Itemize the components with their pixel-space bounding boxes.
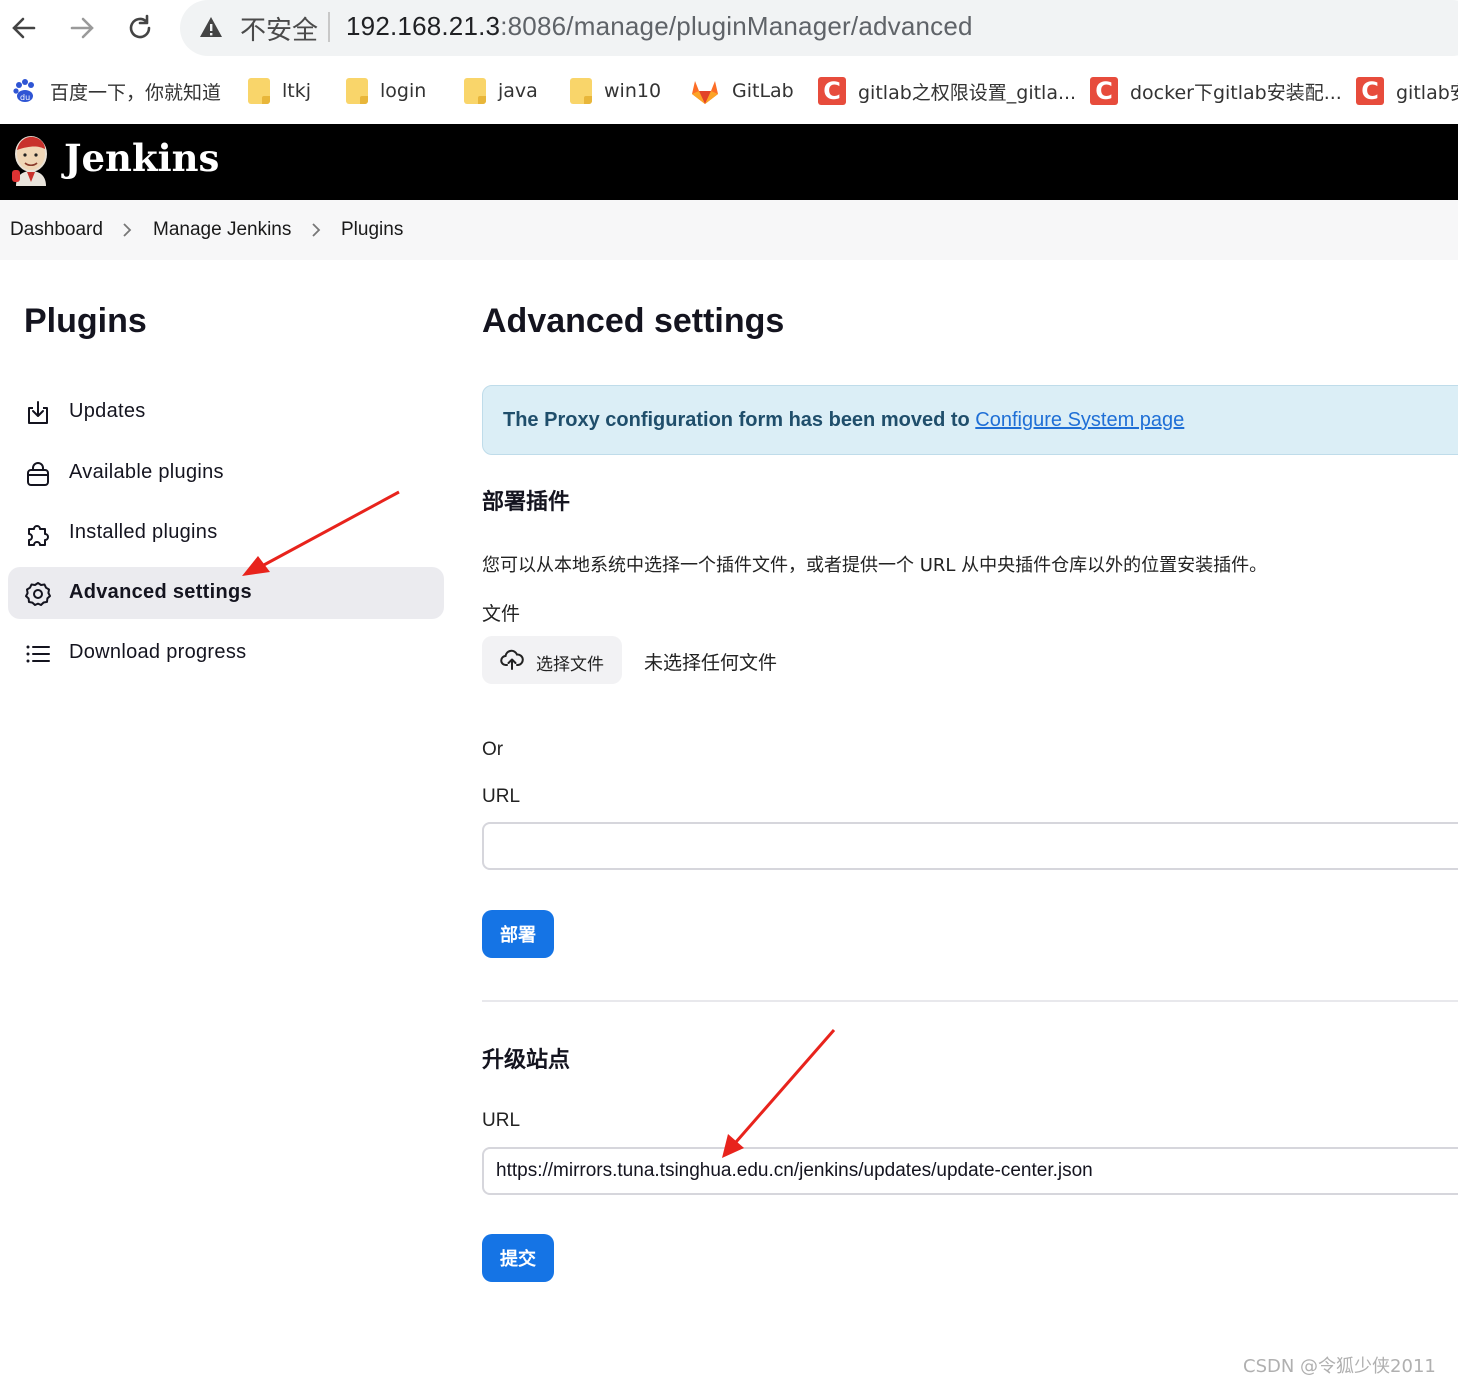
annotation-arrow-url: [722, 1029, 836, 1158]
breadcrumb-dashboard[interactable]: Dashboard: [10, 219, 103, 241]
arrow-right-icon: [70, 17, 94, 39]
reload-button[interactable]: [122, 10, 158, 46]
bookmark-label: gitlab安: [1396, 81, 1458, 104]
jenkins-butler-icon: [12, 136, 47, 186]
submit-button[interactable]: 提交: [482, 1234, 554, 1282]
bookmarks-bar: du 百度一下，你就知道 ltkj login java win10 GitLa…: [0, 60, 1458, 122]
csdn-icon: C: [1090, 77, 1118, 105]
bookmark-label: java: [498, 80, 538, 102]
url-host: 192.168.21.3: [346, 11, 501, 41]
choose-file-label: 选择文件: [536, 655, 604, 675]
update-site-url-label: URL: [482, 1110, 521, 1131]
folder-icon: [464, 78, 486, 104]
bookmark-label: ltkj: [282, 80, 312, 102]
folder-icon: [570, 78, 592, 104]
forward-button[interactable]: [64, 10, 100, 46]
sidebar-item-installed-plugins[interactable]: Installed plugins: [8, 507, 444, 559]
bookmark-java[interactable]: java: [464, 74, 538, 108]
or-label: Or: [482, 739, 504, 760]
alert-message: The Proxy configuration form has been mo…: [503, 409, 1184, 432]
list-icon: [26, 645, 50, 663]
bookmark-baidu[interactable]: du 百度一下，你就知道: [12, 74, 221, 108]
csdn-icon: C: [1356, 77, 1384, 105]
reload-icon: [129, 14, 151, 39]
update-site-heading: 升级站点: [482, 1048, 571, 1073]
sidebar-item-updates[interactable]: Updates: [8, 386, 444, 438]
warning-icon[interactable]: [198, 14, 224, 40]
bookmark-label: win10: [604, 80, 662, 102]
update-site-url-input[interactable]: [482, 1147, 1458, 1195]
bookmark-label: login: [380, 80, 427, 102]
sidebar-item-label: Installed plugins: [69, 521, 218, 543]
baidu-paw-icon: du: [12, 78, 38, 104]
proxy-info-alert: The Proxy configuration form has been mo…: [482, 385, 1458, 455]
download-tray-icon: [28, 401, 48, 424]
bookmark-csdn-2[interactable]: C docker下gitlab安装配...: [1090, 74, 1342, 108]
chevron-right-icon: [123, 223, 132, 237]
sidebar-item-label: Download progress: [69, 641, 247, 663]
url-text[interactable]: 192.168.21.3:8086/manage/pluginManager/a…: [346, 11, 973, 42]
deploy-url-label: URL: [482, 786, 521, 807]
breadcrumb: Dashboard Manage Jenkins Plugins: [0, 200, 1458, 260]
jenkins-logo[interactable]: [10, 134, 52, 195]
no-file-selected-text: 未选择任何文件: [644, 652, 778, 674]
svg-text:du: du: [20, 93, 30, 102]
url-separator: [328, 12, 330, 42]
url-path: :8086/manage/pluginManager/advanced: [500, 11, 973, 41]
breadcrumb-manage-jenkins[interactable]: Manage Jenkins: [153, 219, 291, 241]
bookmark-ltkj[interactable]: ltkj: [248, 74, 311, 108]
security-label[interactable]: 不安全: [240, 10, 318, 47]
jenkins-title[interactable]: Jenkins: [64, 136, 219, 180]
configure-system-link[interactable]: Configure System page: [975, 409, 1184, 431]
alert-text: The Proxy configuration form has been mo…: [503, 409, 976, 431]
gear-icon: [25, 582, 51, 606]
breadcrumb-plugins[interactable]: Plugins: [341, 219, 403, 241]
cloud-upload-icon: [500, 649, 524, 670]
sidebar-title: Plugins: [24, 302, 147, 340]
shopping-bag-icon: [27, 462, 49, 486]
bookmark-gitlab[interactable]: GitLab: [690, 74, 794, 108]
folder-icon: [346, 78, 368, 104]
bookmark-label: 百度一下，你就知道: [50, 81, 222, 104]
sidebar-item-label: Available plugins: [69, 461, 224, 483]
sidebar-item-label: Advanced settings: [69, 581, 252, 603]
puzzle-icon: [28, 525, 49, 546]
browser-toolbar: 不安全 192.168.21.3:8086/manage/pluginManag…: [0, 0, 1458, 58]
section-divider: [482, 1000, 1458, 1002]
arrow-left-icon: [12, 17, 36, 39]
deploy-plugin-heading: 部署插件: [482, 490, 571, 515]
choose-file-button[interactable]: 选择文件: [482, 636, 622, 684]
sidebar-item-label: Updates: [69, 400, 146, 422]
deploy-url-input[interactable]: [482, 822, 1458, 870]
csdn-icon: C: [818, 77, 846, 105]
csdn-watermark: CSDN @令狐少侠2011: [1243, 1356, 1436, 1377]
jenkins-header: Jenkins: [0, 124, 1458, 200]
bookmark-label: docker下gitlab安装配...: [1130, 81, 1342, 104]
sidebar-item-advanced-settings[interactable]: Advanced settings: [8, 567, 444, 619]
bookmark-win10[interactable]: win10: [570, 74, 661, 108]
bookmark-csdn-3[interactable]: C gitlab安: [1356, 74, 1458, 108]
folder-icon: [248, 78, 270, 104]
bookmark-csdn-1[interactable]: C gitlab之权限设置_gitla...: [818, 74, 1076, 108]
bookmark-label: gitlab之权限设置_gitla...: [858, 81, 1077, 104]
file-label: 文件: [482, 603, 521, 625]
bookmark-label: GitLab: [732, 80, 794, 102]
deploy-description: 您可以从本地系统中选择一个插件文件，或者提供一个 URL 从中央插件仓库以外的位…: [482, 555, 1268, 576]
page-title: Advanced settings: [482, 302, 785, 340]
gitlab-icon: [690, 77, 720, 105]
bookmark-login[interactable]: login: [346, 74, 426, 108]
sidebar-item-available-plugins[interactable]: Available plugins: [8, 447, 444, 499]
chevron-right-icon: [312, 223, 321, 237]
sidebar-item-download-progress[interactable]: Download progress: [8, 627, 444, 679]
back-button[interactable]: [6, 10, 42, 46]
deploy-button[interactable]: 部署: [482, 910, 554, 958]
